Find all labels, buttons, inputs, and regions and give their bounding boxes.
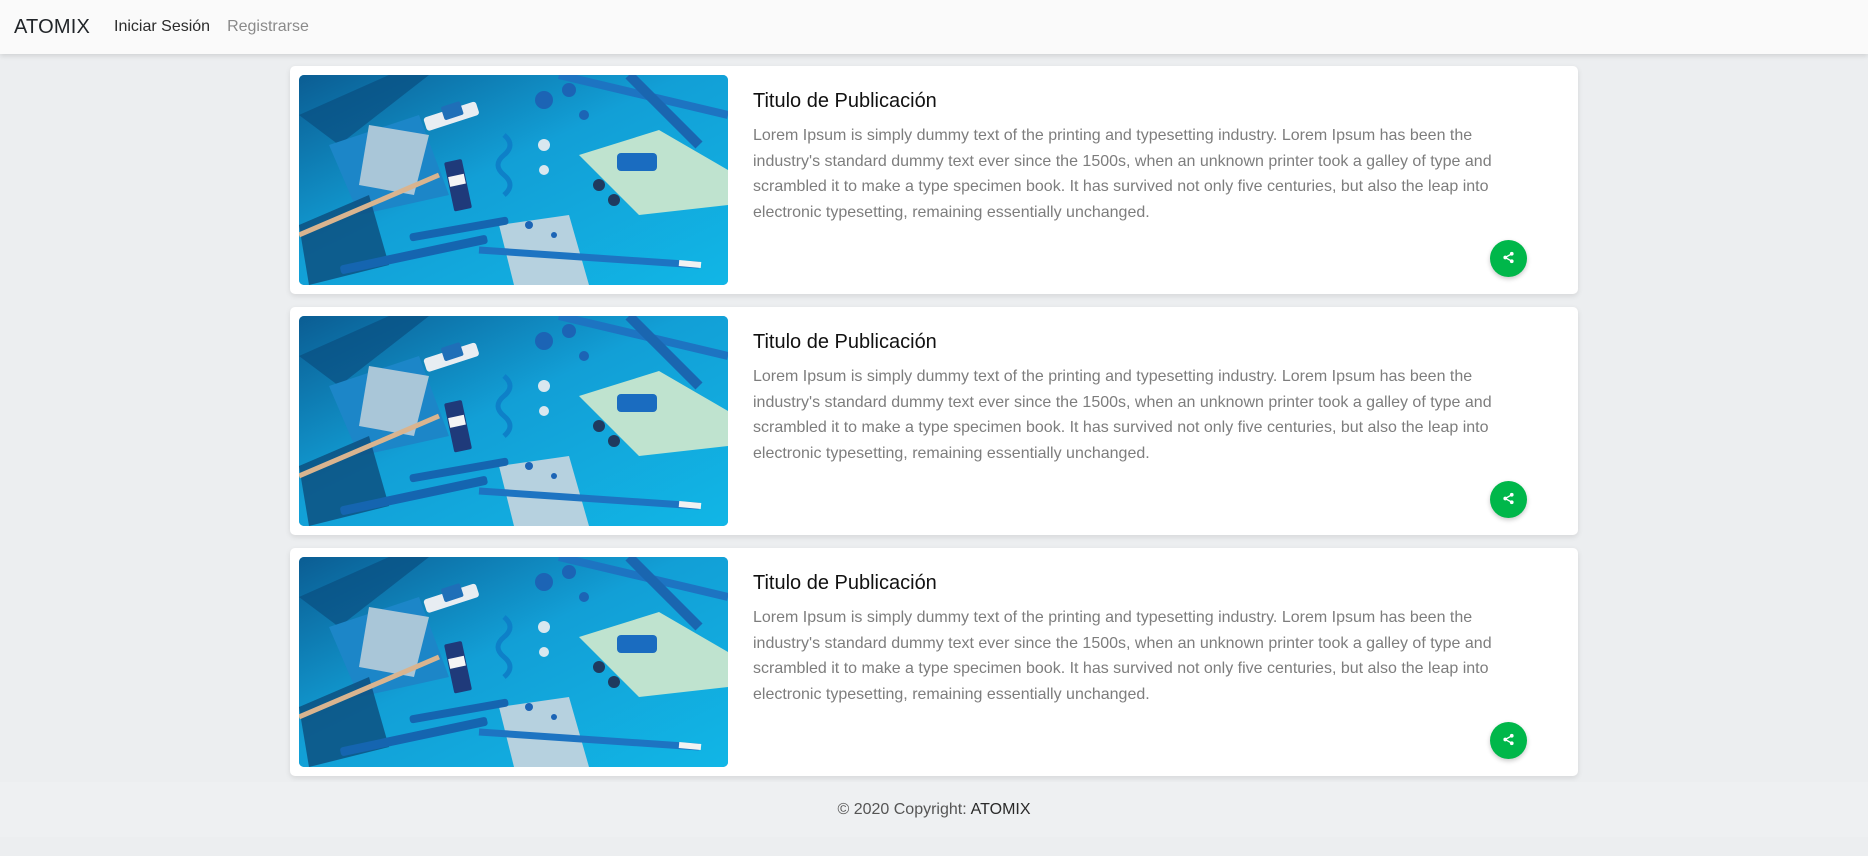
- stationery-photo-icon: [299, 316, 728, 526]
- footer: © 2020 Copyright: ATOMIX: [0, 782, 1868, 837]
- footer-copyright: © 2020 Copyright:: [837, 800, 967, 818]
- publication-card: Titulo de Publicación Lorem Ipsum is sim…: [290, 307, 1578, 535]
- nav-link-login[interactable]: Iniciar Sesión: [114, 18, 210, 36]
- card-text: Lorem Ipsum is simply dummy text of the …: [753, 127, 1492, 222]
- share-button[interactable]: [1490, 722, 1527, 759]
- stationery-photo-icon: [299, 557, 728, 767]
- publication-card: Titulo de Publicación Lorem Ipsum is sim…: [290, 548, 1578, 776]
- share-button[interactable]: [1490, 481, 1527, 518]
- card-title: Titulo de Publicación: [753, 331, 937, 353]
- share-icon: [1502, 733, 1515, 749]
- card-image: [299, 557, 728, 767]
- card-title: Titulo de Publicación: [753, 90, 937, 112]
- card-text: Lorem Ipsum is simply dummy text of the …: [753, 368, 1492, 463]
- share-button[interactable]: [1490, 240, 1527, 277]
- navbar: ATOMIX Iniciar Sesión Registrarse: [0, 0, 1868, 54]
- stationery-photo-icon: [299, 75, 728, 285]
- navbar-brand[interactable]: ATOMIX: [14, 16, 90, 39]
- publication-card: Titulo de Publicación Lorem Ipsum is sim…: [290, 66, 1578, 294]
- footer-brand-link[interactable]: ATOMIX: [971, 801, 1031, 819]
- card-image: [299, 75, 728, 285]
- publication-list: Titulo de Publicación Lorem Ipsum is sim…: [290, 66, 1578, 789]
- nav-link-register[interactable]: Registrarse: [227, 18, 309, 36]
- share-icon: [1502, 492, 1515, 508]
- card-title: Titulo de Publicación: [753, 572, 937, 594]
- card-image: [299, 316, 728, 526]
- share-icon: [1502, 251, 1515, 267]
- card-text: Lorem Ipsum is simply dummy text of the …: [753, 609, 1492, 704]
